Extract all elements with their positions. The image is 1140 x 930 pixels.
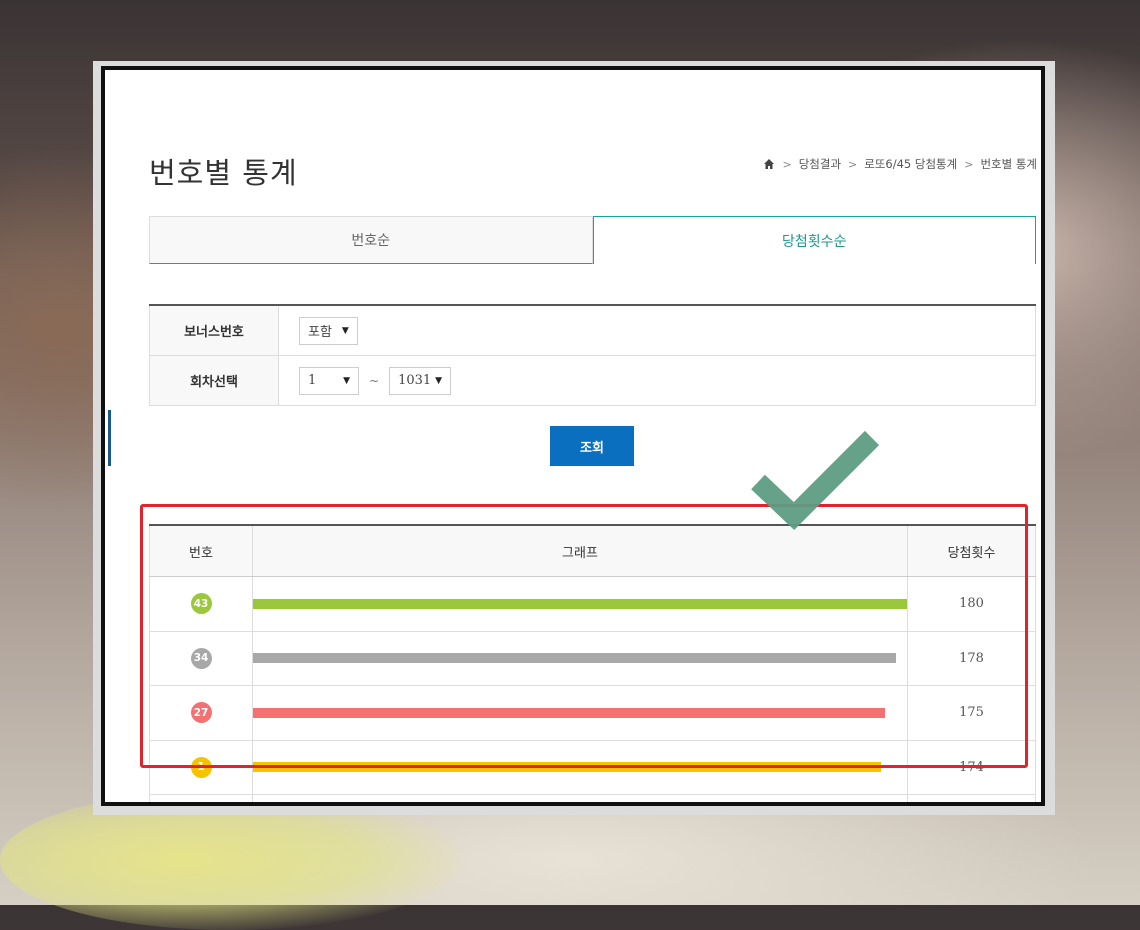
- breadcrumb: > 당첨결과 > 로또6/45 당첨통계 > 번호별 통계: [763, 156, 1037, 172]
- graph-cell: [252, 740, 908, 794]
- lotto-ball: 43: [190, 593, 212, 615]
- graph-cell: [252, 686, 908, 740]
- dropdown-arrow-icon: ▼: [343, 375, 350, 386]
- dropdown-arrow-icon: ▼: [435, 375, 443, 386]
- filter-row-bonus: 보너스번호 포함 ▼: [149, 306, 1036, 356]
- round-from-select[interactable]: 1 ▼: [299, 366, 359, 395]
- number-cell: 34: [149, 631, 252, 685]
- sort-tabs: 번호순 당첨횟수순: [149, 216, 1036, 264]
- graph-cell: [252, 631, 908, 685]
- count-cell: 175: [908, 686, 1036, 740]
- stats-table: 번호 그래프 당첨횟수 4318034178271751174131741717…: [149, 524, 1036, 802]
- lotto-ball: 34: [190, 647, 212, 669]
- table-row: 1 174: [149, 740, 1036, 795]
- tab-by-number[interactable]: 번호순: [149, 216, 593, 264]
- bonus-select-value: 포함: [308, 325, 332, 340]
- breadcrumb-separator: >: [848, 157, 858, 171]
- number-cell: 27: [149, 686, 252, 740]
- table-row: 43 180: [149, 577, 1036, 632]
- table-header: 번호 그래프 당첨횟수: [149, 526, 1036, 577]
- range-separator: ~: [369, 373, 380, 388]
- page-title: 번호별 통계: [149, 156, 298, 190]
- filter-table: 보너스번호 포함 ▼ 회차선택 1 ▼ ~ 1031 ▼: [149, 304, 1036, 406]
- breadcrumb-item-number-stats[interactable]: 번호별 통계: [980, 156, 1037, 172]
- lotto-ball: 1: [190, 756, 212, 778]
- count-cell: 180: [908, 577, 1036, 631]
- table-row: 34 178: [149, 631, 1036, 686]
- lotto-ball: 27: [190, 702, 212, 724]
- screenshot-panel: 번호별 통계 > 당첨결과 > 로또6/45 당첨통계 > 번호별 통계 번호순…: [101, 66, 1045, 806]
- checkmark-icon: [750, 420, 880, 534]
- graph-cell: [252, 577, 908, 631]
- home-icon[interactable]: [763, 158, 775, 170]
- number-cell: 13: [149, 795, 252, 802]
- filter-row-round: 회차선택 1 ▼ ~ 1031 ▼: [149, 356, 1036, 406]
- table-row: 13 174: [149, 795, 1036, 802]
- table-body: 43180341782717511741317417174: [149, 577, 1036, 802]
- count-cell: 178: [908, 631, 1036, 685]
- graph-cell: [252, 795, 908, 802]
- table-row: 27 175: [149, 686, 1036, 741]
- count-cell: 174: [908, 795, 1036, 802]
- breadcrumb-separator: >: [782, 157, 792, 171]
- breadcrumb-item-results[interactable]: 당첨결과: [799, 156, 841, 172]
- frequency-bar: [253, 598, 907, 609]
- header-number: 번호: [149, 526, 252, 576]
- bonus-select[interactable]: 포함 ▼: [299, 316, 358, 345]
- frequency-bar: [253, 707, 885, 718]
- breadcrumb-separator: >: [964, 157, 974, 171]
- frequency-bar: [253, 653, 896, 664]
- left-accent-bar: [108, 410, 111, 466]
- count-cell: 174: [908, 740, 1036, 794]
- round-label: 회차선택: [149, 356, 279, 405]
- bonus-label: 보너스번호: [149, 306, 279, 355]
- frequency-bar: [253, 762, 881, 773]
- number-cell: 1: [149, 740, 252, 794]
- search-button[interactable]: 조회: [550, 426, 634, 466]
- round-to-select[interactable]: 1031 ▼: [389, 366, 452, 395]
- round-from-value: 1: [308, 373, 317, 388]
- header-count: 당첨횟수: [908, 526, 1036, 576]
- number-cell: 43: [149, 577, 252, 631]
- tab-by-win-count[interactable]: 당첨횟수순: [592, 216, 1036, 264]
- breadcrumb-item-lotto-stats[interactable]: 로또6/45 당첨통계: [864, 156, 957, 172]
- dropdown-arrow-icon: ▼: [341, 325, 349, 336]
- round-to-value: 1031: [398, 373, 432, 388]
